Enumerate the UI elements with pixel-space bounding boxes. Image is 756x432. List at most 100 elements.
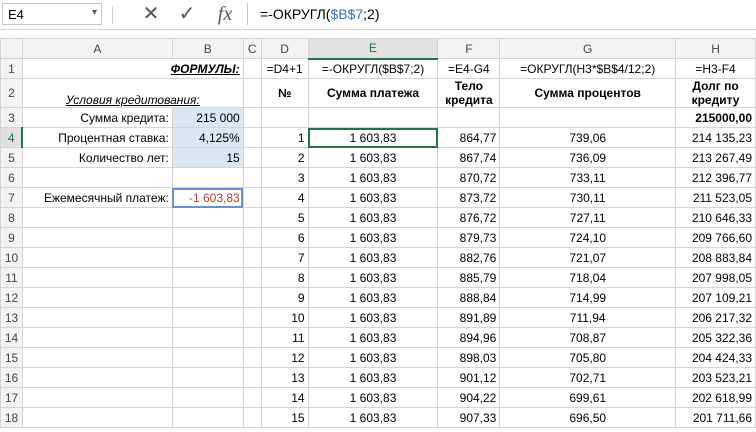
table-cell[interactable]: 882,76 xyxy=(437,247,501,268)
cell[interactable] xyxy=(242,147,262,168)
cell[interactable] xyxy=(242,367,262,388)
cell[interactable] xyxy=(21,287,173,308)
cell[interactable] xyxy=(242,347,262,368)
row-header[interactable]: 17 xyxy=(0,387,23,408)
formula-e[interactable]: =-ОКРУГЛ($B$7;2) xyxy=(307,58,439,79)
table-cell[interactable]: 1 603,83 xyxy=(307,227,439,248)
cell[interactable] xyxy=(21,267,173,288)
cell[interactable] xyxy=(171,327,244,348)
cell[interactable] xyxy=(242,287,262,308)
row-header[interactable]: 6 xyxy=(0,167,23,188)
monthly-payment-label[interactable]: Ежемесячный платеж: xyxy=(21,187,173,208)
cell[interactable] xyxy=(242,227,262,248)
cell[interactable] xyxy=(242,187,262,208)
cell[interactable] xyxy=(171,267,244,288)
table-cell[interactable]: 1 603,83 xyxy=(307,287,439,308)
cell[interactable] xyxy=(242,107,262,128)
cell[interactable] xyxy=(21,227,173,248)
active-cell[interactable]: 1 603,83 xyxy=(307,127,439,148)
table-cell[interactable]: 203 523,21 xyxy=(675,367,756,388)
table-cell[interactable]: 212 396,77 xyxy=(675,167,756,188)
cell[interactable] xyxy=(260,107,309,128)
formula-h[interactable]: =H3-F4 xyxy=(675,58,756,79)
cell[interactable] xyxy=(21,307,173,328)
col-header-b[interactable]: B xyxy=(171,38,244,59)
table-cell[interactable]: 873,72 xyxy=(437,187,501,208)
table-cell[interactable]: 714,99 xyxy=(499,287,677,308)
cell[interactable] xyxy=(21,387,173,408)
row-header[interactable]: 5 xyxy=(0,147,23,168)
formula-input[interactable]: =-ОКРУГЛ($B$7;2) xyxy=(247,3,752,25)
table-cell[interactable]: 876,72 xyxy=(437,207,501,228)
row-header[interactable]: 2 xyxy=(0,78,23,108)
table-cell[interactable]: 879,73 xyxy=(437,227,501,248)
col-header-h[interactable]: H xyxy=(675,38,756,59)
cell[interactable] xyxy=(171,307,244,328)
table-cell[interactable]: 14 xyxy=(260,387,309,408)
table-cell[interactable]: 204 424,33 xyxy=(675,347,756,368)
header-number[interactable]: № xyxy=(260,78,309,108)
table-cell[interactable]: 213 267,49 xyxy=(675,147,756,168)
table-cell[interactable]: 201 711,66 xyxy=(675,407,756,428)
cell[interactable] xyxy=(437,107,501,128)
cell[interactable] xyxy=(307,107,439,128)
table-cell[interactable]: 724,10 xyxy=(499,227,677,248)
table-cell[interactable]: 10 xyxy=(260,307,309,328)
cell[interactable] xyxy=(21,407,173,428)
cell[interactable] xyxy=(242,207,262,228)
table-cell[interactable]: 6 xyxy=(260,227,309,248)
cell[interactable] xyxy=(242,127,262,148)
name-box[interactable]: E4 ▾ xyxy=(2,3,102,25)
table-cell[interactable]: 202 618,99 xyxy=(675,387,756,408)
table-cell[interactable]: 1 603,83 xyxy=(307,387,439,408)
table-cell[interactable]: 898,03 xyxy=(437,347,501,368)
cell[interactable] xyxy=(242,167,262,188)
table-cell[interactable]: 207 998,05 xyxy=(675,267,756,288)
row-header[interactable]: 7 xyxy=(0,187,23,208)
table-cell[interactable]: 7 xyxy=(260,247,309,268)
col-header-c[interactable]: C xyxy=(242,38,262,59)
years-label[interactable]: Количество лет: xyxy=(21,147,173,168)
header-interest[interactable]: Сумма процентов xyxy=(499,78,677,108)
table-cell[interactable]: 1 603,83 xyxy=(307,307,439,328)
years-value[interactable]: 15 xyxy=(171,147,244,168)
table-cell[interactable]: 739,06 xyxy=(499,127,677,148)
cell[interactable] xyxy=(242,78,262,108)
cell[interactable] xyxy=(242,267,262,288)
cell[interactable] xyxy=(21,167,173,188)
table-cell[interactable]: 705,80 xyxy=(499,347,677,368)
cell[interactable] xyxy=(242,407,262,428)
monthly-payment-value[interactable]: -1 603,83 xyxy=(171,187,244,208)
row-header[interactable]: 8 xyxy=(0,207,23,228)
table-cell[interactable]: 904,22 xyxy=(437,387,501,408)
cell[interactable] xyxy=(242,327,262,348)
cell[interactable] xyxy=(242,58,262,79)
interest-rate-value[interactable]: 4,125% xyxy=(171,127,244,148)
table-cell[interactable]: 4 xyxy=(260,187,309,208)
enter-icon[interactable]: ✓ xyxy=(174,2,200,26)
cell[interactable] xyxy=(171,347,244,368)
table-cell[interactable]: 907,33 xyxy=(437,407,501,428)
row-header[interactable]: 4 xyxy=(0,127,24,148)
cell[interactable] xyxy=(171,367,244,388)
table-cell[interactable]: 209 766,60 xyxy=(675,227,756,248)
cell[interactable] xyxy=(21,207,173,228)
conditions-label[interactable]: Условия кредитования: xyxy=(21,78,244,108)
table-cell[interactable]: 708,87 xyxy=(499,327,677,348)
insert-function-icon[interactable]: fx xyxy=(212,2,238,26)
table-cell[interactable]: 894,96 xyxy=(437,327,501,348)
formulas-label[interactable]: ФОРМУЛЫ: xyxy=(21,58,244,79)
row-header[interactable]: 11 xyxy=(0,267,23,288)
table-cell[interactable]: 727,11 xyxy=(499,207,677,228)
table-cell[interactable]: 864,77 xyxy=(437,127,501,148)
col-header-f[interactable]: F xyxy=(437,38,501,59)
table-cell[interactable]: 1 603,83 xyxy=(307,267,439,288)
table-cell[interactable]: 733,11 xyxy=(499,167,677,188)
row-header[interactable]: 9 xyxy=(0,227,23,248)
table-cell[interactable]: 867,74 xyxy=(437,147,501,168)
table-cell[interactable]: 699,61 xyxy=(499,387,677,408)
header-principal[interactable]: Тело кредита xyxy=(437,78,501,108)
spreadsheet-grid[interactable]: A B C D E F G H 1 ФОРМУЛЫ: =D4+1 =-ОКРУГ… xyxy=(0,38,756,428)
row-header[interactable]: 14 xyxy=(0,327,23,348)
table-cell[interactable]: 1 603,83 xyxy=(307,327,439,348)
